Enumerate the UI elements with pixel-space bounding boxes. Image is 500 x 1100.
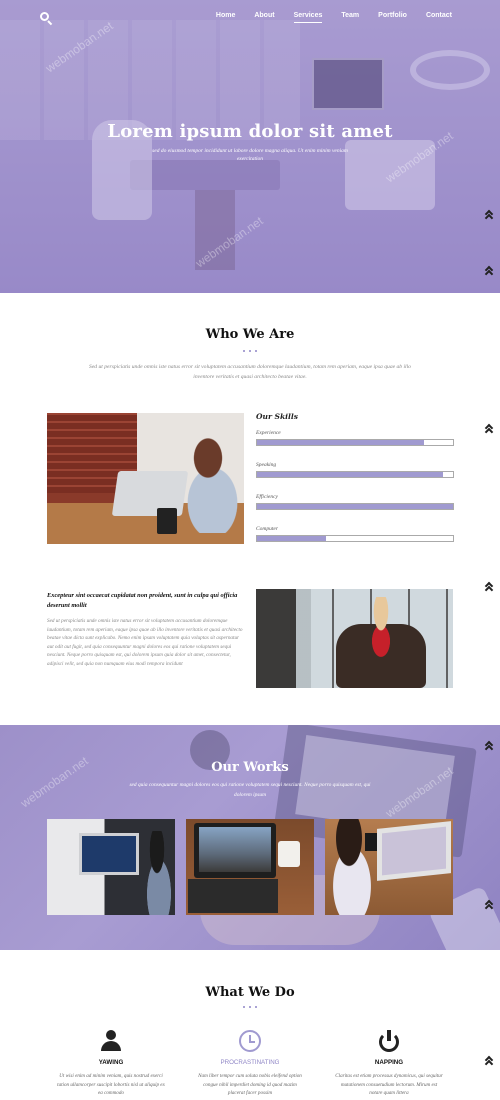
skill-speaking: Speaking — [256, 459, 454, 491]
who-we-are-intro: Sed ut perspiciatis unde omnis iste natu… — [89, 364, 411, 380]
title-divider-dots — [243, 350, 257, 353]
service-name: YAWING — [98, 1059, 124, 1066]
scroll-up-icon[interactable] — [484, 581, 494, 595]
nav-item-contact[interactable]: Contact — [426, 12, 452, 23]
portfolio-item-2[interactable] — [186, 819, 314, 915]
hero-subtitle: sed do eiusmod tempor incididunt ut labo… — [152, 148, 348, 162]
skill-label: Experience — [256, 430, 281, 436]
our-works-title: Our Works — [211, 760, 289, 775]
user-icon — [100, 1030, 122, 1052]
woman-chair-photo — [256, 589, 453, 688]
what-we-do-title: What We Do — [205, 985, 295, 1000]
skill-bar — [256, 471, 454, 478]
portfolio-item-3[interactable] — [325, 819, 453, 915]
scroll-up-icon[interactable] — [484, 899, 494, 913]
skills-title: Our Skills — [256, 412, 298, 421]
main-nav: Home About Services Team Portfolio Conta… — [0, 10, 500, 26]
power-icon — [378, 1030, 400, 1052]
nav-item-team[interactable]: Team — [341, 12, 359, 23]
scroll-up-icon[interactable] — [484, 209, 494, 223]
skill-bar — [256, 439, 454, 446]
nav-item-about[interactable]: About — [254, 12, 274, 23]
scroll-up-icon[interactable] — [484, 740, 494, 754]
service-name: PROCRASTINATING — [220, 1059, 280, 1066]
skill-label: Efficiency — [256, 494, 278, 500]
skill-efficiency: Efficiency — [256, 491, 454, 523]
service-name: NAPPING — [374, 1059, 404, 1066]
skill-label: Computer — [256, 526, 278, 532]
promo-heading: Excepteur sint occaecat cupidatat non pr… — [47, 592, 238, 609]
nav-item-home[interactable]: Home — [216, 12, 235, 23]
skill-bar — [256, 535, 454, 542]
skill-computer: Computer — [256, 523, 454, 555]
title-divider-dots — [243, 1006, 257, 1009]
service-yawning: YAWING Ut wisi enim ad minim veniam, qui… — [56, 1030, 166, 1098]
service-desc: Claritas est etiam processus dynamicus, … — [335, 1073, 443, 1096]
search-icon[interactable] — [40, 12, 53, 26]
clock-icon — [239, 1030, 261, 1052]
hero-title: Lorem ipsum dolor sit amet — [107, 121, 393, 142]
service-desc: Ut wisi enim ad minim veniam, quis nostr… — [57, 1073, 165, 1096]
skills-panel: Our Skills Experience Speaking Efficienc… — [256, 412, 454, 555]
skill-experience: Experience — [256, 427, 454, 459]
skill-bar — [256, 503, 454, 510]
hero-banner: Home About Services Team Portfolio Conta… — [0, 0, 500, 293]
promo-text: Sed ut perspiciatis unde omnis iste natu… — [47, 618, 243, 667]
service-desc: Nam liber tempor cum soluta nobis eleife… — [198, 1073, 302, 1096]
scroll-up-icon[interactable] — [484, 1055, 494, 1069]
who-we-are-title: Who We Are — [205, 327, 295, 342]
skill-label: Speaking — [256, 462, 277, 468]
woman-laptop-photo — [47, 413, 244, 544]
our-works-subtitle: sed quia consequuntur magni dolores eos … — [129, 782, 371, 798]
portfolio-item-1[interactable] — [47, 819, 175, 915]
nav-menu: Home About Services Team Portfolio Conta… — [197, 12, 452, 23]
scroll-up-icon[interactable] — [484, 423, 494, 437]
scroll-up-icon[interactable] — [484, 265, 494, 279]
nav-item-portfolio[interactable]: Portfolio — [378, 12, 407, 23]
our-works-section: Our Works sed quia consequuntur magni do… — [0, 725, 500, 950]
nav-item-services[interactable]: Services — [293, 12, 323, 23]
service-procrastinating: PROCRASTINATING Nam liber tempor cum sol… — [195, 1030, 305, 1098]
service-napping: NAPPING Claritas est etiam processus dyn… — [334, 1030, 444, 1098]
